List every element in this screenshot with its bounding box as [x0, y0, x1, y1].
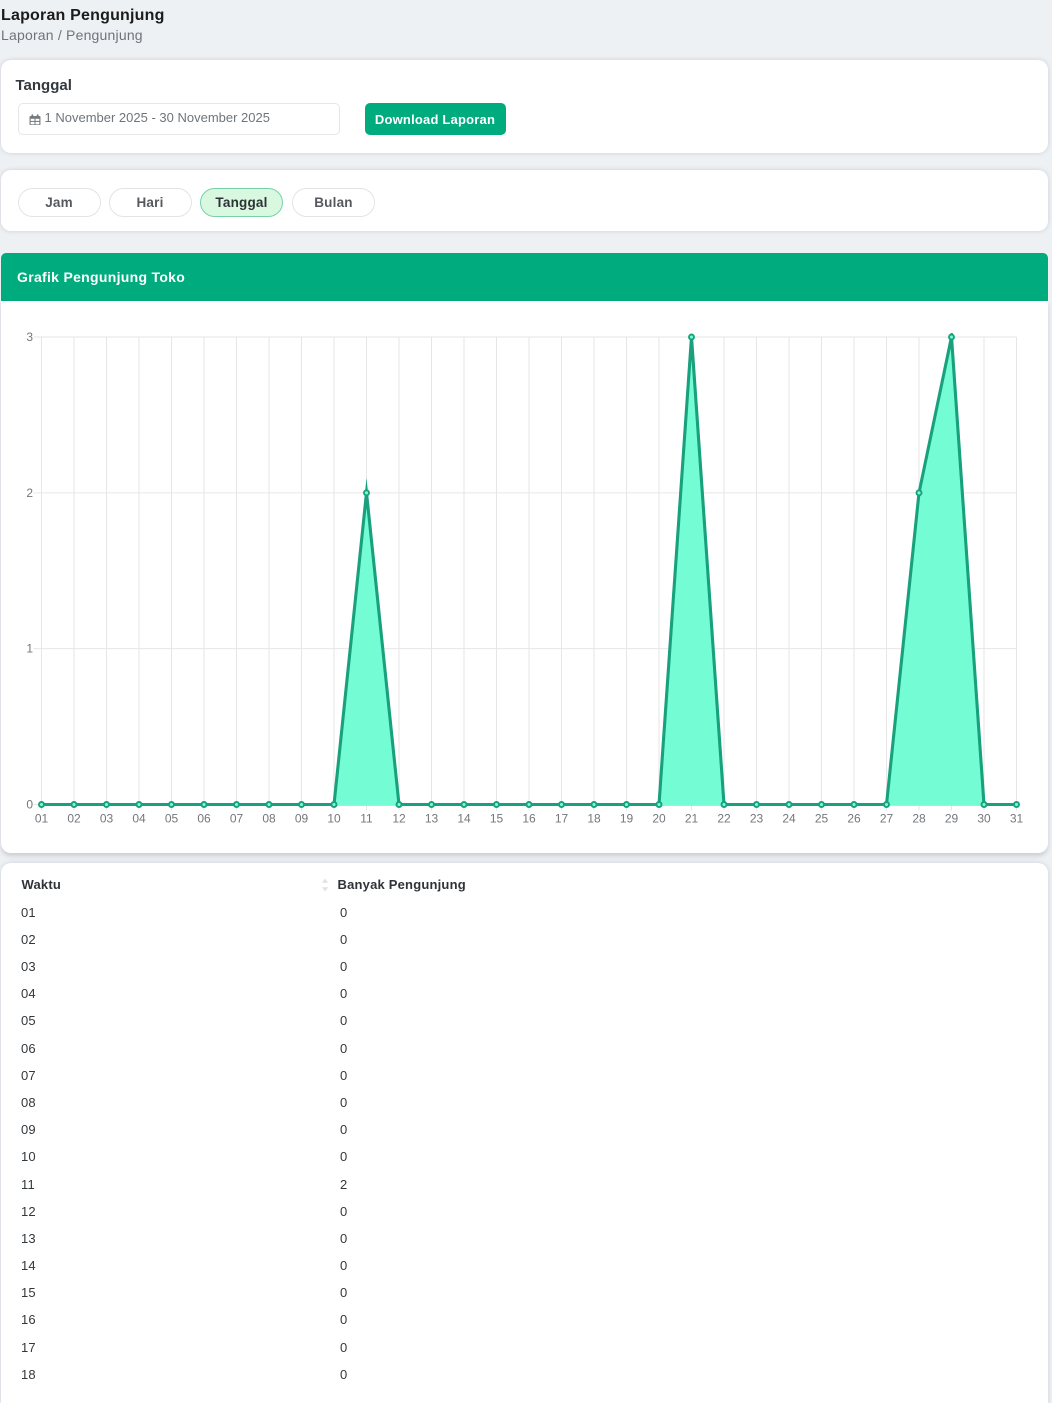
svg-text:29: 29 [945, 812, 959, 826]
svg-text:30: 30 [977, 812, 991, 826]
svg-text:22: 22 [717, 812, 731, 826]
svg-text:24: 24 [782, 812, 796, 826]
svg-text:13: 13 [425, 812, 439, 826]
svg-text:11: 11 [360, 812, 373, 826]
svg-text:1: 1 [26, 642, 33, 656]
svg-text:23: 23 [750, 812, 764, 826]
svg-text:0: 0 [26, 798, 33, 812]
svg-text:20: 20 [652, 812, 666, 826]
svg-text:03: 03 [100, 812, 114, 826]
svg-text:27: 27 [880, 812, 894, 826]
svg-text:17: 17 [555, 812, 569, 826]
svg-text:28: 28 [912, 812, 926, 826]
svg-text:21: 21 [685, 812, 699, 826]
svg-text:01: 01 [35, 812, 49, 826]
svg-text:04: 04 [132, 812, 146, 826]
svg-text:14: 14 [457, 812, 471, 826]
svg-text:26: 26 [847, 812, 861, 826]
svg-text:25: 25 [815, 812, 829, 826]
svg-text:31: 31 [1010, 812, 1024, 826]
svg-text:06: 06 [197, 812, 211, 826]
svg-text:16: 16 [522, 812, 536, 826]
svg-text:19: 19 [620, 812, 634, 826]
svg-text:3: 3 [26, 330, 33, 344]
svg-text:02: 02 [67, 812, 81, 826]
svg-text:05: 05 [165, 812, 179, 826]
svg-text:15: 15 [490, 812, 504, 826]
svg-text:18: 18 [587, 812, 601, 826]
svg-text:12: 12 [392, 812, 406, 826]
svg-text:10: 10 [327, 812, 341, 826]
svg-text:08: 08 [262, 812, 276, 826]
svg-text:2: 2 [26, 486, 33, 500]
svg-text:07: 07 [230, 812, 244, 826]
svg-text:09: 09 [295, 812, 309, 826]
